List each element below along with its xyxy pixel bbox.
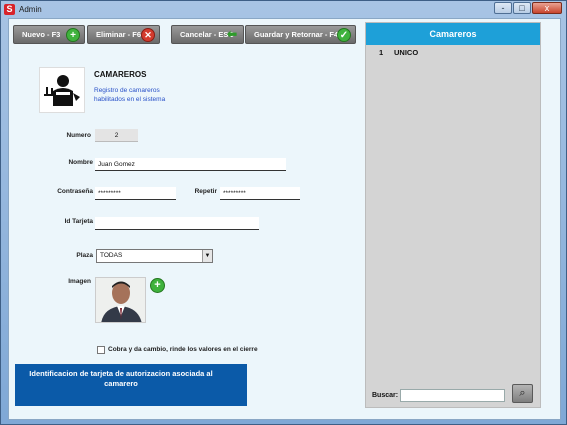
close-button[interactable]: x bbox=[532, 2, 562, 14]
plaza-selected-value: TODAS bbox=[100, 252, 123, 259]
delete-button-label: Eliminar - F6 bbox=[96, 30, 142, 39]
list-item-name: UNICO bbox=[394, 48, 419, 57]
window-controls: - □ x bbox=[493, 2, 562, 14]
info-box-text: Identificacion de tarjeta de autorizacio… bbox=[29, 369, 213, 388]
save-return-button-label: Guardar y Retornar - F4 bbox=[254, 30, 339, 39]
waiters-list-panel: Camareros 1 UNICO Buscar: ⌕ bbox=[365, 22, 541, 408]
page-description: Registro de camareros habilitados en el … bbox=[94, 87, 166, 103]
maximize-button[interactable]: □ bbox=[513, 2, 531, 14]
nombre-field[interactable] bbox=[95, 158, 286, 171]
list-item-number: 1 bbox=[379, 48, 384, 57]
cobra-checkbox-label: Cobra y da cambio, rinde los valores en … bbox=[108, 346, 258, 353]
id-tarjeta-field[interactable] bbox=[95, 217, 259, 230]
plaza-select[interactable]: TODAS ▼ bbox=[96, 249, 213, 263]
add-photo-icon[interactable]: + bbox=[150, 278, 165, 293]
contrasena-label: Contraseña bbox=[57, 188, 93, 195]
title-bar[interactable]: S Admin - □ x bbox=[1, 1, 566, 17]
search-label: Buscar: bbox=[372, 392, 399, 399]
repetir-label: Repetir bbox=[194, 188, 217, 195]
new-button-label: Nuevo - F3 bbox=[22, 30, 61, 39]
list-item[interactable]: 1 UNICO bbox=[366, 45, 540, 58]
nombre-label: Nombre bbox=[68, 159, 93, 166]
plus-icon: + bbox=[66, 28, 80, 42]
list-panel-title: Camareros bbox=[366, 23, 540, 45]
search-button[interactable]: ⌕ bbox=[512, 384, 533, 403]
app-icon: S bbox=[4, 3, 15, 15]
save-return-button[interactable]: Guardar y Retornar - F4 ✓ bbox=[245, 25, 356, 44]
delete-button[interactable]: Eliminar - F6 ✕ bbox=[87, 25, 160, 44]
back-arrow-icon: ⬅ bbox=[226, 27, 238, 41]
waiter-photo[interactable] bbox=[95, 277, 146, 323]
binoculars-icon: ⌕ bbox=[519, 387, 526, 399]
imagen-label: Imagen bbox=[68, 278, 91, 285]
chevron-down-icon[interactable]: ▼ bbox=[202, 250, 212, 262]
contrasena-field[interactable] bbox=[95, 187, 176, 200]
minimize-button[interactable]: - bbox=[494, 2, 512, 14]
plaza-label: Plaza bbox=[76, 252, 93, 259]
numero-field bbox=[95, 129, 138, 142]
cobra-checkbox[interactable] bbox=[97, 346, 105, 354]
repetir-field[interactable] bbox=[220, 187, 300, 200]
page-title: CAMAREROS bbox=[94, 70, 147, 79]
client-area: Nuevo - F3 + Eliminar - F6 ✕ Cancelar - … bbox=[8, 18, 561, 420]
id-tarjeta-label: Id Tarjeta bbox=[64, 218, 93, 225]
waiter-icon bbox=[39, 67, 85, 113]
delete-x-icon: ✕ bbox=[141, 28, 155, 42]
new-button[interactable]: Nuevo - F3 + bbox=[13, 25, 85, 44]
info-box: Identificacion de tarjeta de autorizacio… bbox=[15, 364, 247, 406]
cancel-button[interactable]: Cancelar - ESC ⬅ bbox=[171, 25, 244, 44]
checkmark-icon: ✓ bbox=[337, 28, 351, 42]
numero-label: Numero bbox=[66, 132, 91, 139]
window-title: Admin bbox=[19, 4, 42, 14]
search-input[interactable] bbox=[400, 389, 505, 402]
app-window: S Admin - □ x Nuevo - F3 + Eliminar - F6… bbox=[0, 0, 567, 425]
